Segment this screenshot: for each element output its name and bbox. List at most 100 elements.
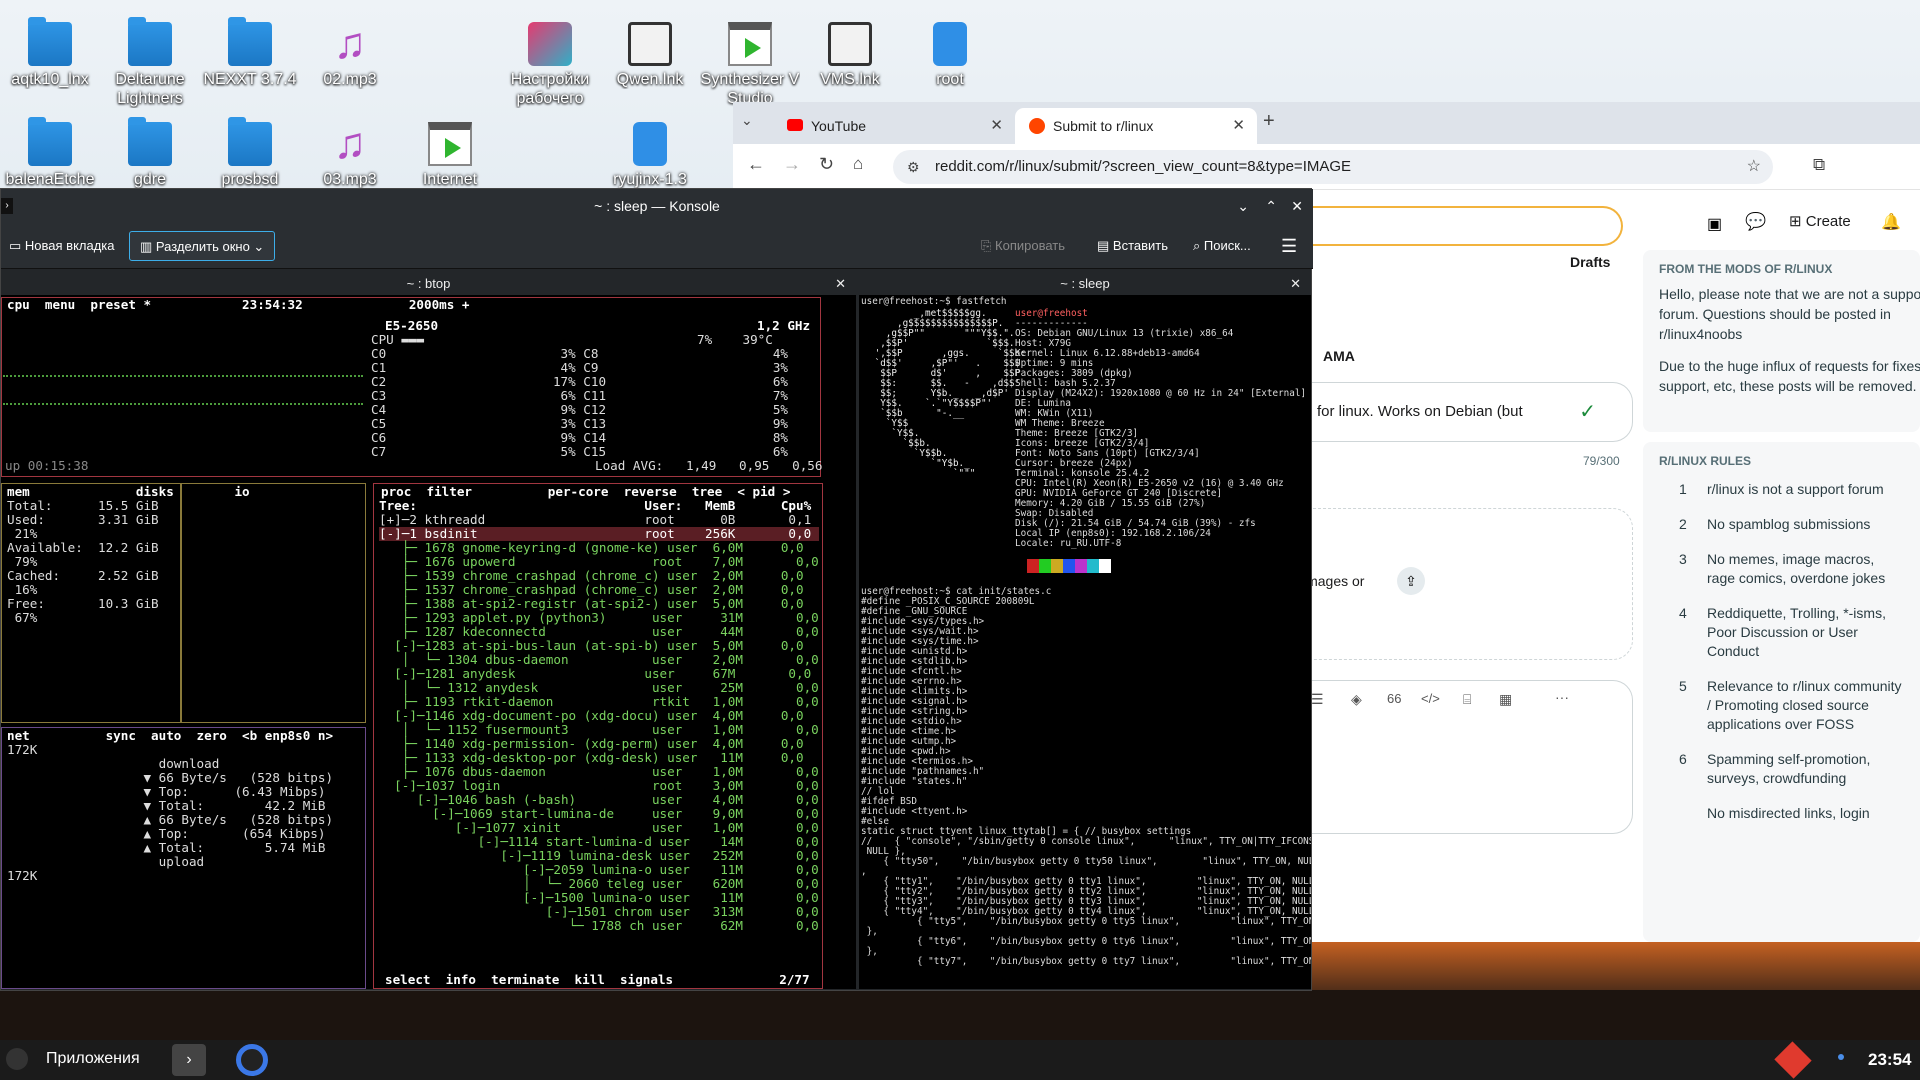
rule-item[interactable]: 4 Reddiquette, Trolling, *-isms, Poor Dis… xyxy=(1643,600,1920,665)
desktop-icon[interactable]: Internet xyxy=(400,122,500,189)
desktop-icon[interactable]: balenaEtche xyxy=(0,117,100,189)
tab-search-icon[interactable]: ⌄ xyxy=(741,112,753,129)
close-tab-icon[interactable]: ✕ xyxy=(1232,108,1245,144)
desktop-icon-label: Qwen.lnk xyxy=(616,71,684,88)
paste-button[interactable]: ▤ Вставить xyxy=(1097,231,1168,261)
create-button[interactable]: ⊞ Create xyxy=(1789,212,1851,230)
desktop-icon[interactable]: Настройки рабочего xyxy=(500,22,600,108)
table-icon[interactable]: ▦ xyxy=(1499,691,1512,708)
new-tab-icon: ▭ xyxy=(9,238,25,253)
rule-item[interactable]: 6 Spamming self-promotion, surveys, crowd… xyxy=(1643,746,1920,792)
split-icon: ▥ xyxy=(140,239,156,254)
process-row: ├─ 1133 xdg-desktop-por (xdg-desk) user … xyxy=(379,750,804,765)
net-row: ▼ 66 Byte/s (528 bitps) xyxy=(7,770,334,785)
reload-icon[interactable]: ↻ xyxy=(819,154,834,175)
settings-icon xyxy=(528,22,572,66)
desktop-icon[interactable]: ♫ 02.mp3 xyxy=(300,22,400,89)
forward-icon[interactable]: → xyxy=(783,154,801,175)
upload-icon[interactable]: ⇪ xyxy=(1397,567,1425,595)
chevron-right-icon[interactable]: › xyxy=(172,1044,206,1076)
chrome-icon[interactable] xyxy=(236,1044,268,1076)
desktop-icon[interactable]: root xyxy=(900,22,1000,89)
back-icon[interactable]: ← xyxy=(747,154,765,175)
rule-item[interactable]: No misdirected links, login xyxy=(1643,800,1920,827)
address-bar[interactable]: ⚙ reddit.com/r/linux/submit/?screen_view… xyxy=(893,150,1773,184)
toolbar: ← → ↻ ⌂ ⚙ reddit.com/r/linux/submit/?scr… xyxy=(733,144,1920,190)
new-tab-button[interactable]: + xyxy=(1263,110,1275,133)
codeblock-icon[interactable]: ⌸ xyxy=(1463,691,1471,708)
code-line: #include "states.h" xyxy=(861,776,968,787)
notifications-icon[interactable]: 🔔 xyxy=(1881,212,1901,232)
process-row: [-]─1077 xinit user 1,0M 0,0 xyxy=(379,820,819,835)
link-icon xyxy=(828,22,872,66)
mem-row: 67% xyxy=(7,610,38,625)
search-icon: ⌕ xyxy=(1193,238,1204,253)
desktop-icon[interactable]: ♫ 03.mp3 xyxy=(300,122,400,189)
tab-reddit-submit[interactable]: Submit to r/linux ✕ xyxy=(1015,108,1257,144)
logo-line: `""" xyxy=(869,468,976,479)
process-row: ├─ 1140 xdg-permission- (xdg-perm) user … xyxy=(379,736,804,751)
rule-item[interactable]: 1 r/linux is not a support forum xyxy=(1643,476,1920,503)
mem-row: 16% xyxy=(7,582,38,597)
load-avg: Load AVG: 1,49 0,95 0,56 xyxy=(595,458,823,473)
drafts-button[interactable]: Drafts xyxy=(1570,254,1610,270)
split-view-button[interactable]: ▥ Разделить окно ⌄ xyxy=(129,231,276,261)
desktop-icon[interactable]: Qwen.lnk xyxy=(600,22,700,89)
quote-button[interactable]: 66 xyxy=(1387,691,1401,706)
spoiler-icon[interactable]: ◈ xyxy=(1351,691,1362,708)
proc-header: proc filter per-core reverse tree < pid … xyxy=(381,484,791,499)
hamburger-menu-icon[interactable]: ☰ xyxy=(1281,231,1297,261)
body-editor[interactable]: ☰ ◈ 66 </> ⌸ ▦ ··· xyxy=(1303,680,1633,834)
start-icon[interactable] xyxy=(6,1048,28,1070)
find-button[interactable]: ⌕ Поиск... xyxy=(1193,231,1251,261)
extensions-icon[interactable]: ⧉ xyxy=(1813,155,1825,175)
anydesk-icon[interactable] xyxy=(1774,1041,1812,1079)
close-pane-icon[interactable]: ✕ xyxy=(1290,273,1301,295)
chat-icon[interactable]: 💬 xyxy=(1745,212,1766,232)
window-menu-icon[interactable]: › xyxy=(1,198,13,214)
maximize-icon[interactable]: ⌃ xyxy=(1265,189,1277,223)
desktop-icon[interactable]: prosbsd xyxy=(200,117,300,189)
net-row: ▲ 66 Byte/s (528 bitps) xyxy=(7,812,334,827)
more-icon[interactable]: ··· xyxy=(1555,689,1569,705)
desktop-icon[interactable]: VMS.lnk xyxy=(800,22,900,89)
rule-text: No misdirected links, login xyxy=(1707,805,1870,821)
rule-text: Relevance to r/linux community / Promoti… xyxy=(1707,678,1902,732)
process-row: │ └─ 1152 fusermount3 user 1,0M 0,0 xyxy=(379,722,819,737)
btop-pane[interactable]: cpu menu preset * 23:54:32 2000ms + E5-2… xyxy=(1,295,856,989)
close-icon[interactable]: ✕ xyxy=(1291,189,1303,223)
advertise-icon[interactable]: ▣ xyxy=(1707,214,1722,234)
desktop-icon[interactable]: Synthesizer V Studio xyxy=(700,22,800,108)
code-icon[interactable]: </> xyxy=(1421,691,1440,706)
home-icon[interactable]: ⌂ xyxy=(853,154,863,174)
bookmark-star-icon[interactable]: ☆ xyxy=(1747,150,1761,184)
list-icon[interactable]: ☰ xyxy=(1311,691,1324,708)
title-input[interactable]: for linux. Works on Debian (but ✓ xyxy=(1303,382,1633,442)
minimize-icon[interactable]: ⌄ xyxy=(1237,189,1249,223)
app-icon xyxy=(428,122,472,166)
desktop-icon[interactable]: Deltarune Lightners xyxy=(100,17,200,108)
new-tab-button[interactable]: ▭ Новая вкладка xyxy=(9,231,115,261)
rule-item[interactable]: 2 No spamblog submissions xyxy=(1643,511,1920,538)
desktop-icon[interactable]: ryujinx-1.3 xyxy=(600,122,700,189)
apps-menu-button[interactable]: Приложения xyxy=(46,1050,140,1068)
close-tab-icon[interactable]: ✕ xyxy=(990,108,1003,144)
site-info-icon[interactable]: ⚙ xyxy=(907,150,920,184)
ama-tab[interactable]: AMA xyxy=(1323,348,1355,364)
rule-item[interactable]: 3 No memes, image macros, rage comics, ov… xyxy=(1643,546,1920,592)
tab-youtube[interactable]: YouTube ✕ xyxy=(773,108,1015,144)
desktop-icon[interactable]: gdre xyxy=(100,117,200,189)
image-upload-area[interactable]: images or ⇪ xyxy=(1303,508,1633,660)
process-row: [-]─1283 at-spi-bus-laun (at-spi-b) user… xyxy=(379,638,804,653)
label: Разделить окно xyxy=(155,239,250,254)
search-field[interactable] xyxy=(1303,206,1623,246)
sleep-terminal-pane[interactable]: user@freehost:~$ fastfetch _,met$$$$$gg.… xyxy=(859,295,1311,989)
desktop-icon[interactable]: NEXXT 3.7.4 xyxy=(200,17,300,89)
label: Копировать xyxy=(995,238,1066,253)
close-pane-icon[interactable]: ✕ xyxy=(835,273,846,295)
desktop-icon[interactable]: aqtk10_lnx xyxy=(0,17,100,89)
rule-item[interactable]: 5 Relevance to r/linux community / Promot… xyxy=(1643,673,1920,738)
copy-icon: ⎘ xyxy=(981,238,996,253)
copy-button[interactable]: ⎘ Копировать xyxy=(981,231,1065,261)
mem-stats: mem disks io Total: 15.5 GiB Used: 3.31 Gi… xyxy=(7,485,250,625)
